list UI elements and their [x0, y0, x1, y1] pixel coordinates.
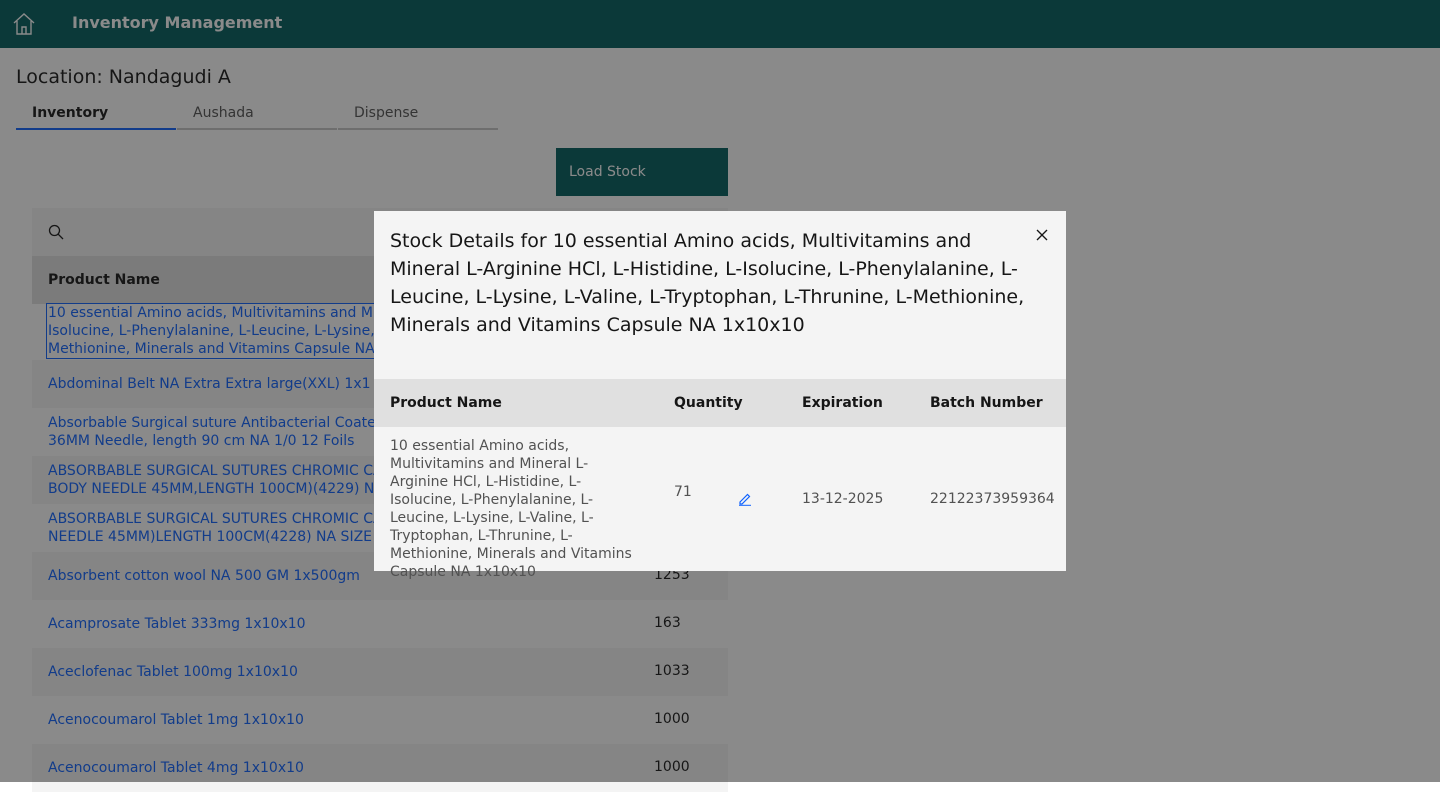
column-header-batch: Batch Number: [930, 395, 1043, 411]
modal-batch-cell: 22122373959364: [930, 491, 1055, 507]
modal-product-cell: 10 essential Amino acids, Multivitamins …: [390, 438, 632, 580]
column-header-expiration: Expiration: [802, 395, 883, 411]
modal-table-header: Product Name Quantity Expiration Batch N…: [374, 379, 1066, 427]
column-header-quantity: Quantity: [674, 395, 743, 411]
modal-expiration-cell: 13-12-2025: [802, 491, 884, 507]
stock-details-modal: Stock Details for 10 essential Amino aci…: [374, 211, 1066, 580]
edit-icon[interactable]: [738, 491, 752, 506]
close-icon[interactable]: [1030, 223, 1054, 247]
modal-title: Stock Details for 10 essential Amino aci…: [390, 230, 1025, 336]
column-header-product: Product Name: [390, 395, 502, 411]
modal-quantity-cell: 71: [674, 484, 692, 500]
